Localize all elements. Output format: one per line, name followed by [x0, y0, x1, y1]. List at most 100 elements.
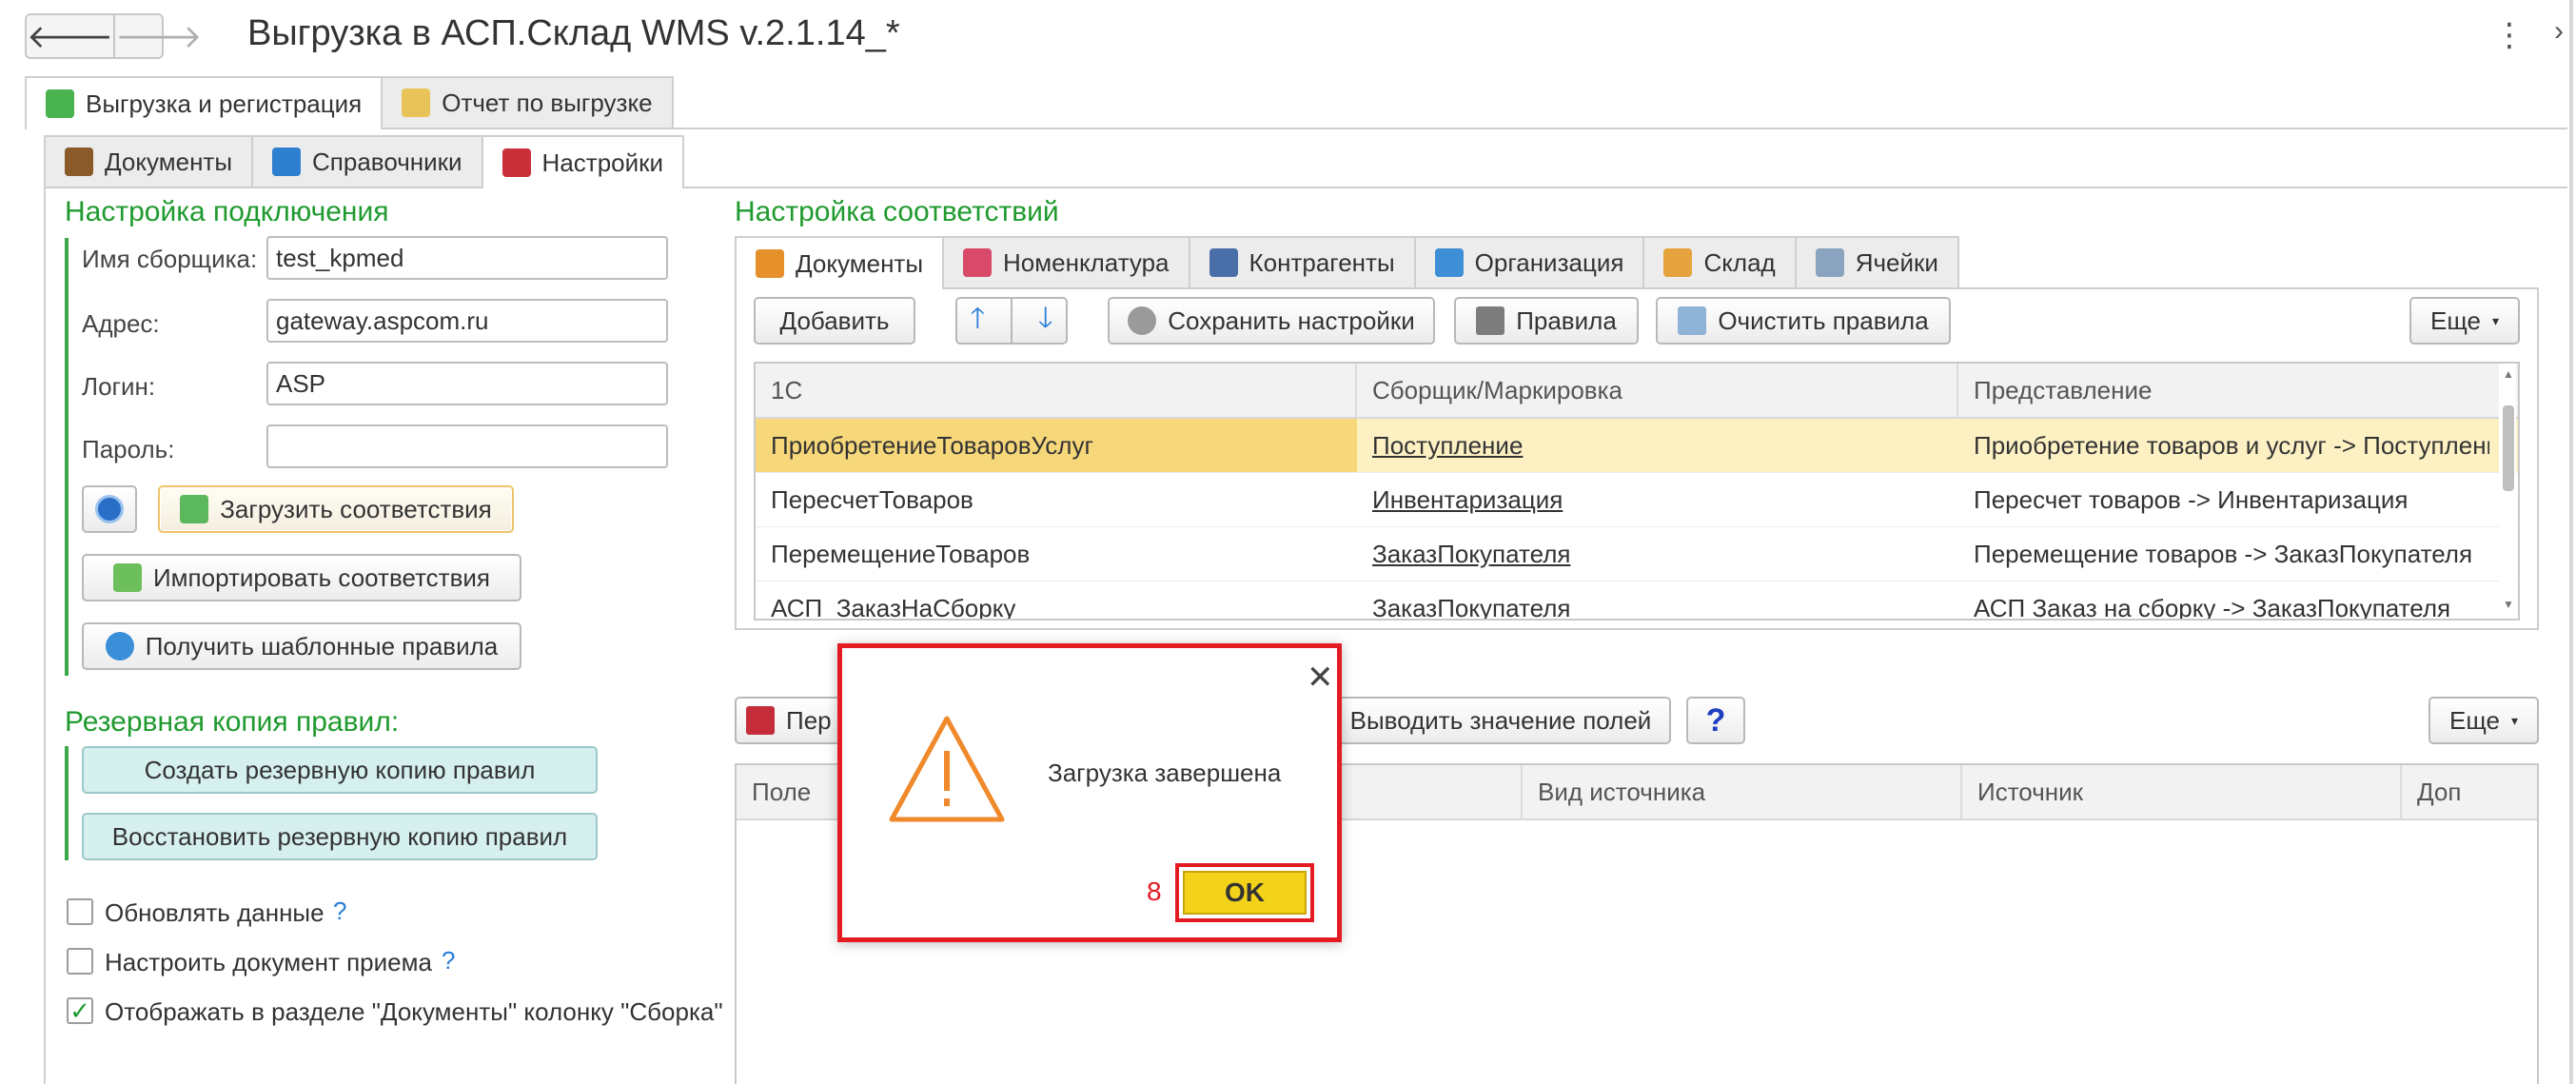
- globe-icon: [105, 632, 134, 660]
- tab-export-report[interactable]: Отчет по выгрузке: [381, 76, 674, 128]
- tab-label: Документы: [105, 147, 233, 176]
- address-input[interactable]: gateway.aspcom.ru: [266, 299, 668, 343]
- mapping-tab-cells[interactable]: Ячейки: [1794, 236, 1959, 287]
- fields-more-button[interactable]: Еще ▾: [2429, 697, 2539, 744]
- mapping-tab-nomenclature[interactable]: Номенклатура: [942, 236, 1190, 287]
- add-label: Добавить: [779, 305, 890, 335]
- tab-label: Отчет по выгрузке: [442, 88, 653, 117]
- show-assembly-column-checkbox[interactable]: ✓: [67, 997, 93, 1024]
- cell-collector-link[interactable]: Инвентаризация: [1372, 485, 1563, 515]
- scroll-down-icon[interactable]: ▼: [2503, 598, 2514, 611]
- mapping-more-button[interactable]: Еще ▾: [2409, 297, 2520, 345]
- move-up-icon[interactable]: 🡑: [970, 297, 985, 345]
- power-button[interactable]: [82, 485, 137, 533]
- main-tab-divider: [25, 128, 2567, 129]
- cell-collector-link[interactable]: Поступление: [1372, 431, 1523, 461]
- tab-settings[interactable]: Настройки: [481, 135, 685, 188]
- export-icon: [46, 89, 74, 118]
- mapping-table-header: 1С Сборщик/Маркировка Представление: [756, 364, 2518, 419]
- mapping-table: 1С Сборщик/Маркировка Представление Прио…: [754, 362, 2520, 621]
- ok-highlight-frame: OK: [1175, 863, 1314, 922]
- column-header-source[interactable]: Источник: [1962, 765, 2402, 818]
- forward-button[interactable]: 🡒: [113, 15, 202, 57]
- column-header-extra[interactable]: Доп: [2402, 765, 2537, 818]
- mapping-tab-organization[interactable]: Организация: [1413, 236, 1645, 287]
- cell-1c[interactable]: ПересчетТоваров: [756, 473, 1357, 526]
- update-data-help-icon[interactable]: ?: [333, 897, 346, 926]
- tab-label: Склад: [1703, 247, 1776, 277]
- more-menu-icon[interactable]: ⋮: [2493, 19, 2526, 51]
- password-input[interactable]: [266, 424, 668, 468]
- cell-1c[interactable]: ПриобретениеТоваровУслуг: [756, 419, 1357, 472]
- ok-button[interactable]: OK: [1183, 871, 1307, 915]
- column-header-source-type[interactable]: Вид источника: [1523, 765, 1962, 818]
- mapping-table-scrollbar[interactable]: ▲ ▼: [2499, 364, 2516, 619]
- rules-button[interactable]: Правила: [1454, 297, 1639, 345]
- configure-receipt-checkbox[interactable]: [67, 948, 93, 975]
- password-label: Пароль:: [82, 435, 175, 463]
- cell-1c[interactable]: АСП_ЗаказНаСборку: [756, 581, 1357, 620]
- cell-collector-link[interactable]: ЗаказПокупателя: [1372, 540, 1570, 569]
- dropdown-caret-icon: ▾: [2510, 712, 2518, 728]
- help-button[interactable]: ?: [1686, 697, 1745, 744]
- login-label: Логин:: [82, 372, 156, 401]
- column-header-presentation[interactable]: Представление: [1958, 364, 2501, 417]
- trash-icon: [1678, 306, 1707, 335]
- restore-backup-button[interactable]: Восстановить резервную копию правил: [82, 813, 598, 860]
- table-row[interactable]: АСП_ЗаказНаСборку ЗаказПокупателя АСП За…: [756, 581, 2518, 621]
- fields-first-label: Пер: [786, 705, 832, 735]
- close-icon[interactable]: ✕: [1307, 661, 1334, 694]
- save-settings-label: Сохранить настройки: [1168, 305, 1415, 335]
- mapping-tab-documents[interactable]: Документы: [735, 236, 945, 289]
- back-button[interactable]: 🡐: [27, 15, 113, 57]
- get-template-rules-button[interactable]: Получить шаблонные правила: [82, 622, 521, 670]
- cell-collector-link[interactable]: ЗаказПокупателя: [1372, 594, 1570, 620]
- forward-arrow-icon: 🡒: [115, 18, 203, 55]
- window-title: Выгрузка в АСП.Склад WMS v.2.1.14_*: [247, 13, 900, 53]
- table-row[interactable]: ПриобретениеТоваровУслуг Поступление При…: [756, 419, 2518, 473]
- collector-name-input[interactable]: test_kpmed: [266, 236, 668, 280]
- tab-references[interactable]: Справочники: [251, 135, 483, 187]
- tab-label: Настройки: [541, 148, 664, 177]
- update-data-checkbox[interactable]: [67, 898, 93, 925]
- rules-label: Правила: [1516, 305, 1617, 335]
- book-icon: [272, 148, 302, 176]
- add-button[interactable]: Добавить: [754, 297, 915, 345]
- column-header-1c[interactable]: 1С: [756, 364, 1357, 417]
- tab-label: Ячейки: [1855, 247, 1938, 277]
- configure-receipt-help-icon[interactable]: ?: [442, 946, 455, 976]
- load-mappings-button[interactable]: Загрузить соответствия: [158, 485, 514, 533]
- tab-label: Справочники: [312, 147, 462, 176]
- side-panel-arrow-icon[interactable]: ›: [2554, 15, 2564, 48]
- scroll-up-icon[interactable]: ▲: [2503, 367, 2514, 381]
- create-backup-label: Создать резервную копию правил: [144, 755, 536, 784]
- scroll-thumb[interactable]: [2503, 405, 2514, 491]
- create-backup-button[interactable]: Создать резервную копию правил: [82, 746, 598, 794]
- cell-presentation: Пересчет товаров -> Инвентаризация: [1974, 484, 2409, 514]
- mapping-tab-warehouse[interactable]: Склад: [1642, 236, 1797, 287]
- warning-icon: [889, 716, 1005, 822]
- import-mappings-button[interactable]: Импортировать соответствия: [82, 554, 521, 601]
- cell-1c[interactable]: ПеремещениеТоваров: [756, 527, 1357, 581]
- warehouse-icon: [1663, 248, 1693, 277]
- address-label: Адрес:: [82, 309, 160, 338]
- mapping-tabbar: Документы Номенклатура Контрагенты Орган…: [735, 236, 1959, 289]
- table-row[interactable]: ПересчетТоваров Инвентаризация Пересчет …: [756, 473, 2518, 527]
- load-mappings-label: Загрузить соответствия: [220, 494, 492, 523]
- get-template-rules-label: Получить шаблонные правила: [145, 631, 499, 660]
- cell-presentation: АСП Заказ на сборку -> ЗаказПокупателя: [1974, 593, 2451, 621]
- move-down-icon[interactable]: 🡓: [1038, 297, 1053, 345]
- forward-share-icon: [180, 495, 209, 523]
- column-header-collector[interactable]: Сборщик/Маркировка: [1357, 364, 1958, 417]
- step-number-label: 8: [1147, 877, 1162, 906]
- tab-documents[interactable]: Документы: [44, 135, 254, 187]
- login-input[interactable]: ASP: [266, 362, 668, 405]
- clear-rules-button[interactable]: Очистить правила: [1656, 297, 1951, 345]
- table-row[interactable]: ПеремещениеТоваров ЗаказПокупателя Перем…: [756, 527, 2518, 581]
- sub-tabbar: Документы Справочники Настройки: [44, 135, 685, 188]
- import-mappings-label: Импортировать соответствия: [152, 562, 491, 592]
- save-settings-button[interactable]: Сохранить настройки: [1108, 297, 1435, 345]
- tab-export-registration[interactable]: Выгрузка и регистрация: [25, 76, 383, 129]
- mapping-tab-counterparties[interactable]: Контрагенты: [1188, 236, 1416, 287]
- show-field-values-button[interactable]: Выводить значение полей: [1330, 697, 1671, 744]
